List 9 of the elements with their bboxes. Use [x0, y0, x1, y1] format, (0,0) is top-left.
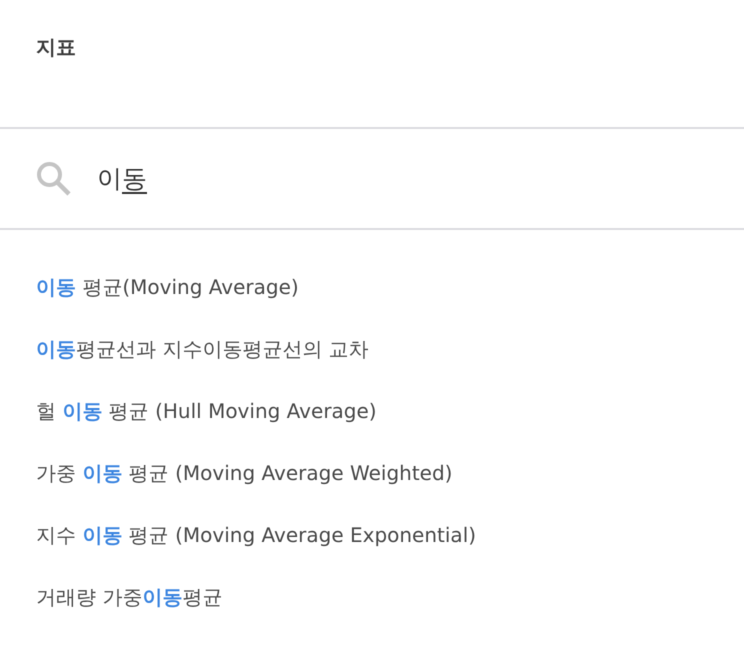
search-icon: [36, 161, 71, 196]
indicator-item[interactable]: 이동평균선과 지수이동평균선의 교차: [36, 335, 369, 363]
search-field[interactable]: 이동: [97, 129, 708, 228]
panel-title: 지표: [36, 34, 76, 61]
indicator-item[interactable]: 거래량 가중이동평균: [36, 583, 222, 611]
indicator-item[interactable]: 지수 이동 평균 (Moving Average Exponential): [36, 521, 476, 549]
indicator-item[interactable]: 이동 평균(Moving Average): [36, 273, 299, 301]
indicator-item[interactable]: 헐 이동 평균 (Hull Moving Average): [36, 397, 377, 425]
indicator-item[interactable]: 가중 이동 평균 (Moving Average Weighted): [36, 459, 452, 487]
